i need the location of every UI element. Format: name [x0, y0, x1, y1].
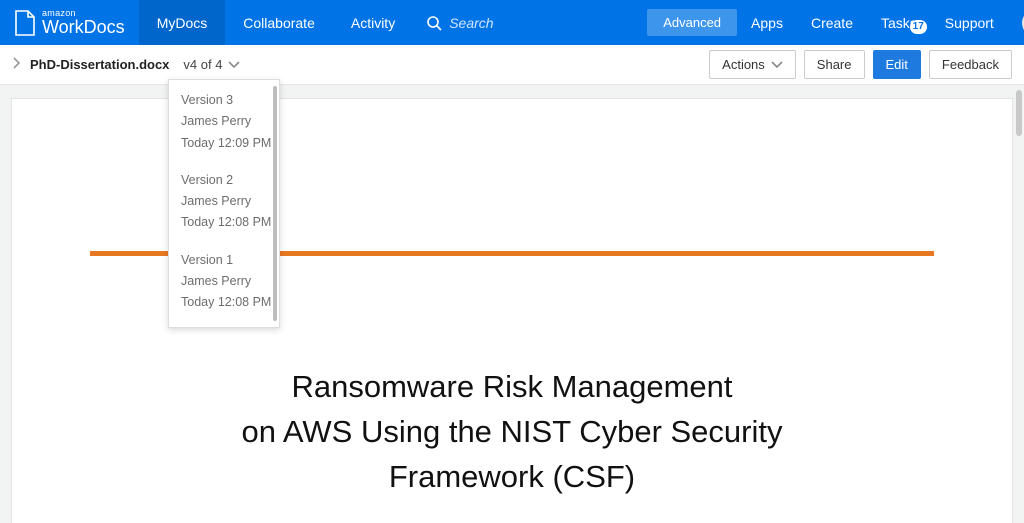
nav-apps[interactable]: Apps: [737, 15, 797, 31]
nav-collaborate[interactable]: Collaborate: [225, 0, 333, 45]
actions-button[interactable]: Actions: [709, 50, 796, 79]
page-scrollbar[interactable]: [1016, 90, 1022, 136]
document-title-line: on AWS Using the NIST Cyber Security: [102, 410, 922, 455]
nav-activity[interactable]: Activity: [333, 0, 413, 45]
version-name: Version 3: [181, 90, 279, 111]
breadcrumb-caret-icon[interactable]: [12, 57, 20, 72]
tasks-badge: 17: [910, 20, 927, 34]
version-time: Today 12:08 PM: [181, 292, 279, 313]
advanced-search-button[interactable]: Advanced: [647, 9, 737, 36]
version-dropdown: Version 3James PerryToday 12:09 PMVersio…: [168, 79, 280, 328]
search-input[interactable]: [449, 15, 639, 31]
chevron-down-icon: [771, 57, 783, 72]
actions-button-label: Actions: [722, 57, 765, 72]
document-area: Ransomware Risk Management on AWS Using …: [0, 85, 1024, 523]
search-group: Advanced: [419, 9, 737, 36]
version-item[interactable]: Version 2James PerryToday 12:08 PM: [181, 170, 279, 234]
version-author: James Perry: [181, 191, 279, 212]
dropdown-scrollbar[interactable]: [273, 86, 277, 321]
version-item[interactable]: Version 1James PerryToday 12:08 PM: [181, 250, 279, 314]
version-name: Version 2: [181, 170, 279, 191]
search-icon[interactable]: [419, 15, 449, 31]
edit-button[interactable]: Edit: [873, 50, 921, 79]
version-item[interactable]: Version 3James PerryToday 12:09 PM: [181, 90, 279, 154]
document-title-line: Ransomware Risk Management: [102, 365, 922, 410]
brand-big-text: WorkDocs: [42, 18, 125, 36]
sub-bar: PhD-Dissertation.docx v4 of 4 Actions Sh…: [0, 45, 1024, 85]
nav-create[interactable]: Create: [797, 15, 867, 31]
feedback-button[interactable]: Feedback: [929, 50, 1012, 79]
version-toggle-label: v4 of 4: [183, 57, 222, 72]
main-nav: MyDocs Collaborate Activity: [139, 0, 414, 45]
document-title-line: Framework (CSF): [102, 455, 922, 500]
nav-support[interactable]: Support: [931, 15, 1008, 31]
workdocs-icon: [14, 10, 36, 36]
right-nav: Apps Create Tasks 17 Support: [737, 0, 1024, 45]
document-title: Ransomware Risk Management on AWS Using …: [12, 365, 1012, 500]
version-time: Today 12:08 PM: [181, 212, 279, 233]
version-name: Version 1: [181, 250, 279, 271]
nav-mydocs[interactable]: MyDocs: [139, 0, 226, 45]
version-time: Today 12:09 PM: [181, 133, 279, 154]
version-author: James Perry: [181, 111, 279, 132]
breadcrumb-filename[interactable]: PhD-Dissertation.docx: [30, 57, 169, 72]
share-button[interactable]: Share: [804, 50, 865, 79]
version-toggle[interactable]: v4 of 4: [183, 57, 240, 72]
version-author: James Perry: [181, 271, 279, 292]
top-nav-bar: amazon WorkDocs MyDocs Collaborate Activ…: [0, 0, 1024, 45]
brand-logo[interactable]: amazon WorkDocs: [0, 9, 139, 36]
chevron-down-icon: [228, 57, 240, 72]
document-page: Ransomware Risk Management on AWS Using …: [12, 99, 1012, 523]
nav-tasks[interactable]: Tasks 17: [867, 15, 931, 31]
